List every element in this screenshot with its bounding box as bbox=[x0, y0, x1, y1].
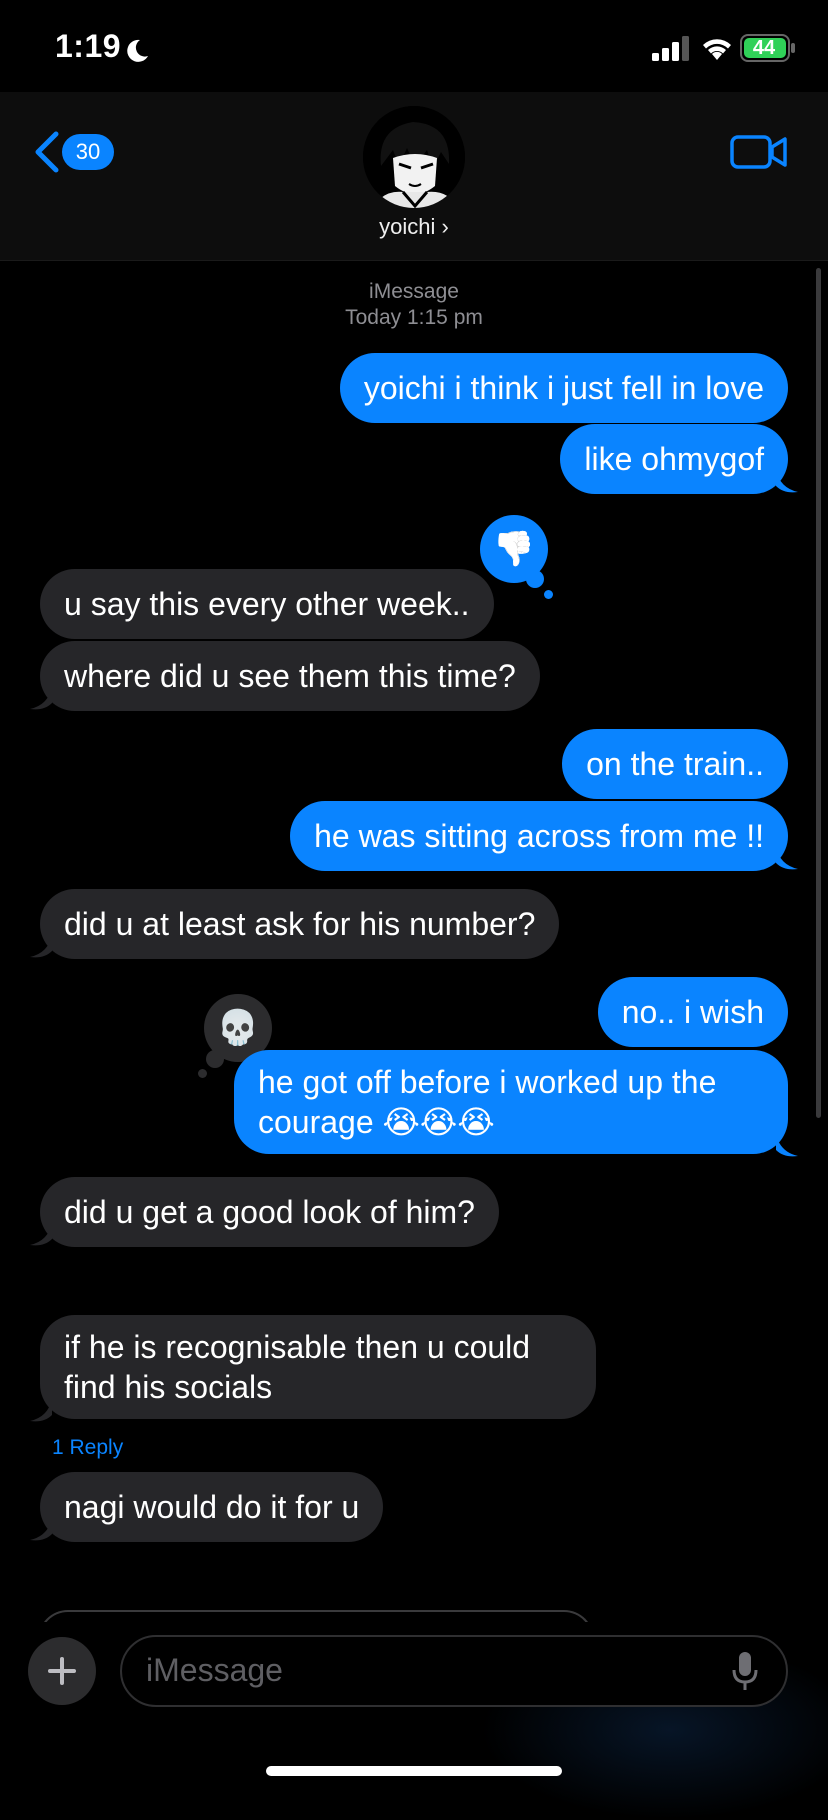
message-text: nagi would do it for u bbox=[64, 1489, 360, 1525]
plus-icon bbox=[48, 1657, 76, 1685]
message-bubble-outgoing[interactable]: on the train.. bbox=[562, 729, 788, 799]
contact-name[interactable]: yoichi › bbox=[300, 214, 528, 240]
apps-plus-button[interactable] bbox=[28, 1637, 96, 1705]
reaction-bubble-dot bbox=[206, 1050, 224, 1068]
message-text: he was sitting across from me !! bbox=[314, 818, 764, 854]
microphone-icon[interactable] bbox=[730, 1650, 760, 1694]
thread-reply-link[interactable]: 1 Reply bbox=[52, 1436, 123, 1460]
bubble-tail bbox=[776, 470, 798, 493]
wifi-icon bbox=[703, 39, 731, 60]
bubble-tail bbox=[30, 1399, 52, 1422]
message-text-line: if he is recognisable then u could bbox=[64, 1329, 531, 1365]
message-text: no.. i wish bbox=[621, 994, 764, 1030]
battery-percentage: 44 bbox=[752, 37, 776, 59]
message-text: did u get a good look of him? bbox=[64, 1194, 475, 1230]
thread-timestamp: Today 1:15 pm bbox=[345, 306, 483, 329]
message-text: u say this every other week.. bbox=[64, 586, 470, 622]
message-text-line: he got off before i worked up the bbox=[258, 1064, 717, 1100]
bubble-tail bbox=[30, 1518, 52, 1541]
bubble-tail bbox=[30, 935, 52, 958]
message-bubble-incoming[interactable]: u say this every other week.. bbox=[40, 569, 494, 639]
message-bubble-incoming[interactable]: if he is recognisable then u could find … bbox=[40, 1315, 596, 1419]
avatar-illustration bbox=[363, 106, 465, 208]
cellular-signal-icon bbox=[652, 36, 689, 61]
scrollbar[interactable] bbox=[816, 268, 821, 1118]
message-bubble-outgoing[interactable]: he was sitting across from me !! bbox=[290, 801, 788, 871]
message-bubble-incoming[interactable]: nagi would do it for u bbox=[40, 1472, 384, 1542]
reaction-bubble-dot bbox=[544, 590, 553, 599]
message-text: like ohmygof bbox=[584, 441, 764, 477]
bubble-tail bbox=[776, 1134, 798, 1157]
message-text: did u at least ask for his number? bbox=[64, 906, 536, 942]
message-text: on the train.. bbox=[586, 746, 764, 782]
contact-avatar[interactable] bbox=[363, 106, 465, 208]
message-bubble-outgoing[interactable]: yoichi i think i just fell in love bbox=[339, 353, 788, 423]
message-bubble-outgoing[interactable]: he got off before i worked up the courag… bbox=[234, 1050, 788, 1154]
message-bubble-incoming[interactable]: did u get a good look of him? bbox=[40, 1177, 499, 1247]
reaction-bubble-dot bbox=[526, 570, 544, 588]
message-input-placeholder: iMessage bbox=[146, 1652, 283, 1688]
message-text: where did u see them this time? bbox=[64, 658, 516, 694]
back-chevron-icon[interactable] bbox=[32, 130, 62, 174]
message-text: yoichi i think i just fell in love bbox=[363, 370, 764, 406]
bubble-tail bbox=[30, 687, 52, 710]
message-bubble-incoming[interactable]: where did u see them this time? bbox=[40, 641, 540, 711]
status-time: 1:19 bbox=[55, 28, 122, 64]
skull-icon: 💀 bbox=[216, 1009, 260, 1047]
bubble-tail bbox=[776, 847, 798, 870]
message-bubble-incoming[interactable]: did u at least ask for his number? bbox=[40, 889, 560, 959]
bubble-tail bbox=[30, 1223, 52, 1246]
home-indicator[interactable] bbox=[266, 1766, 562, 1776]
message-text-line: courage 😭😭😭 bbox=[258, 1104, 495, 1140]
message-text-line: find his socials bbox=[64, 1369, 273, 1405]
message-bubble-outgoing[interactable]: no.. i wish bbox=[597, 977, 788, 1047]
focus-moon-icon bbox=[127, 39, 148, 62]
message-bubble-outgoing[interactable]: like ohmygof bbox=[560, 424, 788, 494]
facetime-video-icon[interactable] bbox=[730, 134, 788, 170]
service-label: iMessage bbox=[369, 280, 459, 303]
unread-count-badge[interactable]: 30 bbox=[62, 134, 114, 170]
reaction-bubble-dot bbox=[198, 1069, 207, 1078]
thumbs-down-icon: 👎 bbox=[492, 530, 536, 568]
